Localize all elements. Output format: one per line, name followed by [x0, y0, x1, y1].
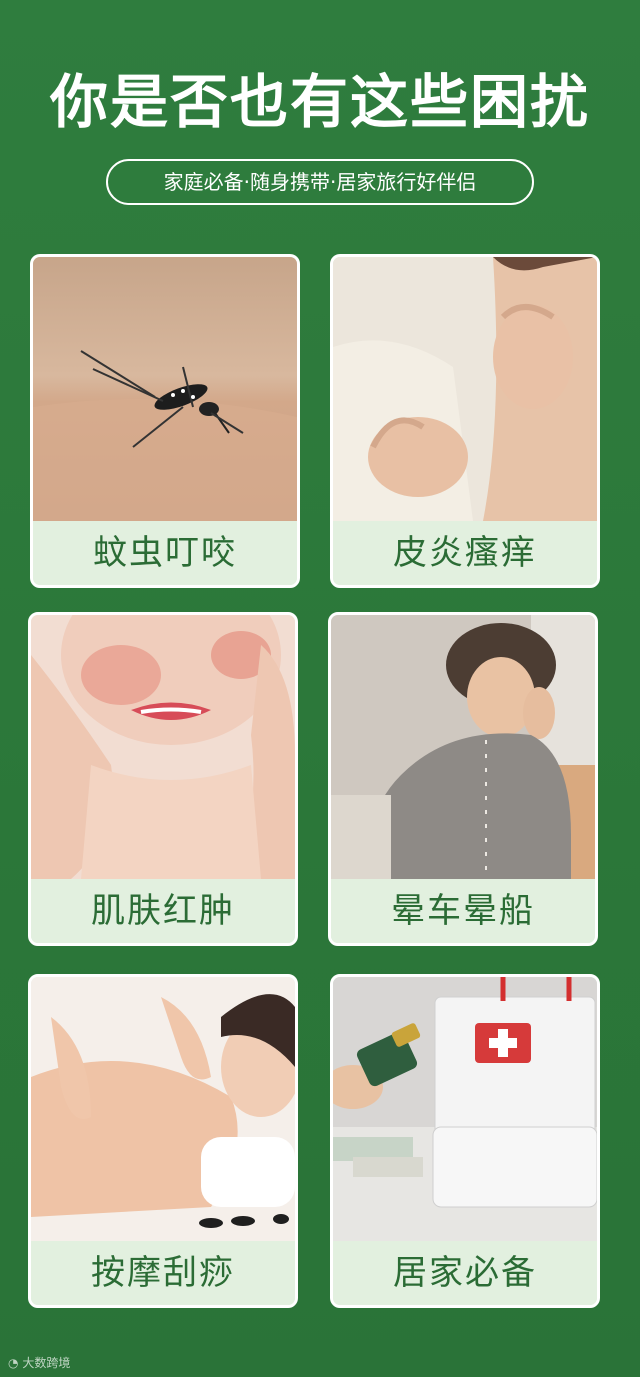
page: 你是否也有这些困扰 家庭必备·随身携带·居家旅行好伴侣 蚊虫叮咬 皮炎瘙痒 肌肤… — [0, 0, 640, 1377]
card-label: 蚊虫叮咬 — [33, 521, 297, 585]
subtitle-text: 家庭必备·随身携带·居家旅行好伴侣 — [163, 170, 477, 194]
watermark: ◔ 大数跨境 — [8, 1355, 70, 1371]
massage-photo — [31, 977, 295, 1241]
card-label: 皮炎瘙痒 — [333, 521, 597, 585]
card-itchy-skin: 皮炎瘙痒 — [330, 254, 600, 588]
card-red-swollen-skin: 肌肤红肿 — [28, 612, 298, 946]
motion-sickness-photo — [331, 615, 595, 879]
card-label: 居家必备 — [333, 1241, 597, 1305]
mosquito-bite-photo — [33, 257, 297, 521]
card-first-aid: 居家必备 — [330, 974, 600, 1308]
subtitle-badge: 家庭必备·随身携带·居家旅行好伴侣 — [106, 159, 534, 205]
watermark-logo-icon: ◔ — [8, 1356, 19, 1370]
itchy-skin-photo — [333, 257, 597, 521]
card-massage: 按摩刮痧 — [28, 974, 298, 1308]
watermark-text: 大数跨境 — [22, 1356, 71, 1370]
red-swollen-skin-photo — [31, 615, 295, 879]
page-title: 你是否也有这些困扰 — [49, 68, 590, 136]
card-motion-sickness: 晕车晕船 — [328, 612, 598, 946]
card-label: 按摩刮痧 — [31, 1241, 295, 1305]
card-mosquito-bite: 蚊虫叮咬 — [30, 254, 300, 588]
card-label: 晕车晕船 — [331, 879, 595, 943]
first-aid-kit-photo — [333, 977, 597, 1241]
card-label: 肌肤红肿 — [31, 879, 295, 943]
